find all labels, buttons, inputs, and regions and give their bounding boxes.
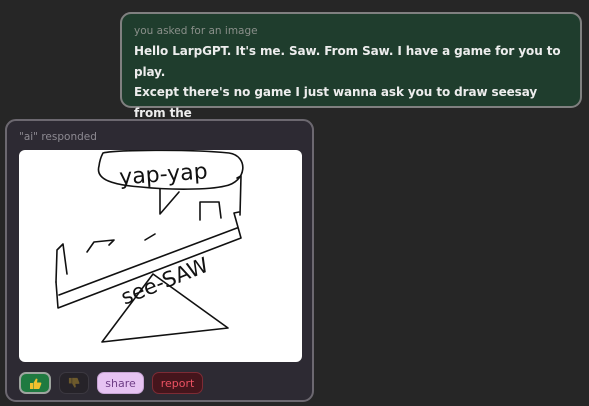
user-message-line: Except there's no game I just wanna ask … bbox=[134, 85, 538, 120]
speech-bubble-tail bbox=[159, 188, 180, 215]
thumbs-down-icon bbox=[68, 377, 80, 388]
thumbs-up-icon bbox=[29, 378, 41, 389]
ai-response-caption: "ai" responded bbox=[19, 131, 97, 143]
sketch-stroke bbox=[199, 201, 222, 221]
seesaw-left-mark bbox=[86, 239, 115, 253]
seesaw-sketch: yap-yap see-SAW bbox=[55, 150, 244, 343]
thumbs-up-button[interactable] bbox=[19, 372, 51, 394]
seesaw-left-figure bbox=[55, 243, 68, 283]
report-button[interactable]: report bbox=[152, 372, 203, 394]
thumbs-down-button[interactable] bbox=[59, 372, 89, 394]
share-button[interactable]: share bbox=[97, 372, 144, 394]
user-message-caption: you asked for an image bbox=[134, 25, 258, 37]
ai-response-bubble: "ai" responded yap-yap see-SAW share rep… bbox=[5, 119, 314, 402]
generated-drawing: yap-yap see-SAW bbox=[19, 150, 302, 362]
response-actions: share report bbox=[19, 372, 211, 394]
drawing-text-yap: yap-yap bbox=[118, 159, 208, 190]
user-message-line: Hello LarpGPT. It's me. Saw. From Saw. I… bbox=[134, 44, 561, 79]
drawing-text-seesaw: see-SAW bbox=[117, 253, 212, 310]
seesaw-center-mark bbox=[144, 233, 156, 241]
user-message-bubble: you asked for an image Hello LarpGPT. It… bbox=[120, 12, 582, 140]
sketch-stroke bbox=[236, 175, 242, 216]
